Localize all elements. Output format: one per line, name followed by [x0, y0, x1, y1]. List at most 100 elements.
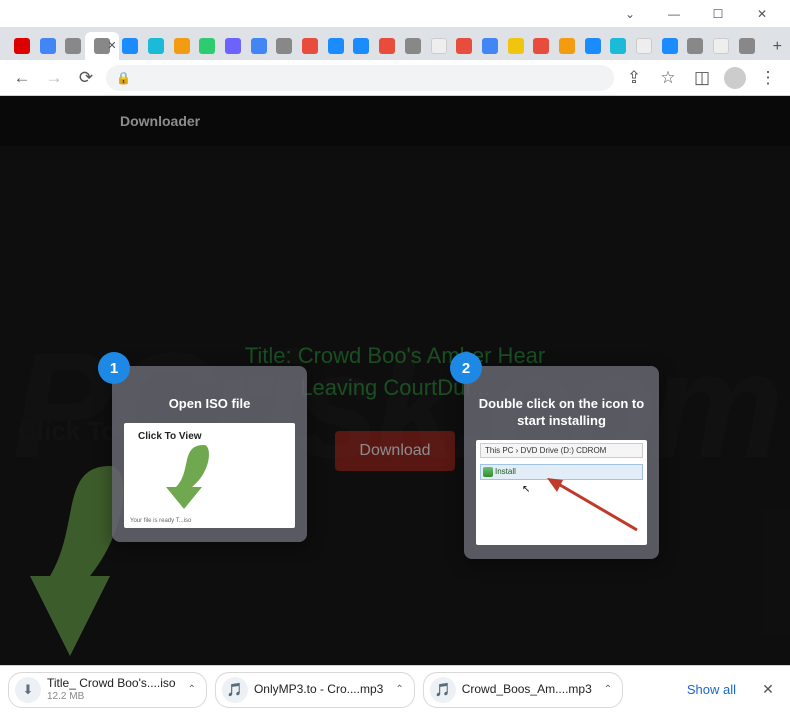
favicon [405, 38, 421, 54]
browser-tab[interactable] [476, 32, 504, 60]
install-label: Install [495, 467, 516, 476]
lock-icon: 🔒 [116, 71, 131, 85]
favicon [276, 38, 292, 54]
favicon [199, 38, 215, 54]
downloads-shelf: ⬇Title_ Crowd Boo's....iso12.2 MB⌃🎵OnlyM… [0, 665, 790, 713]
favicon [559, 38, 575, 54]
favicon [148, 38, 164, 54]
browser-tab[interactable]: ✕ [85, 32, 119, 60]
browser-tab[interactable] [59, 32, 87, 60]
step1-thumbnail: Click To View Your file is ready T...iso [124, 423, 295, 528]
browser-tab[interactable] [604, 32, 632, 60]
chevron-up-icon[interactable]: ⌃ [188, 684, 196, 695]
browser-tab[interactable] [8, 32, 36, 60]
toolbar: ← → ⟳ 🔒 ⇪ ☆ ◫ ⋮ [0, 60, 790, 96]
tab-strip: ✕+ [0, 28, 790, 60]
browser-tab[interactable] [219, 32, 247, 60]
tab-close-icon[interactable]: ✕ [107, 39, 116, 52]
thumb2-breadcrumb: This PC › DVD Drive (D:) CDROM [480, 443, 643, 458]
thumb1-footer: Your file is ready T...iso [130, 518, 191, 524]
step1-popover: 1 Open ISO file Click To View Your file … [112, 366, 307, 542]
favicon [14, 38, 30, 54]
favicon [687, 38, 703, 54]
menu-icon[interactable]: ⋮ [756, 66, 780, 90]
favicon [431, 38, 447, 54]
profile-avatar[interactable] [724, 67, 746, 89]
browser-tab[interactable] [271, 32, 299, 60]
window-titlebar: ⌄ — ☐ ✕ [0, 0, 790, 28]
address-bar[interactable]: 🔒 [106, 65, 614, 91]
favicon [379, 38, 395, 54]
favicon [508, 38, 524, 54]
browser-tab[interactable] [425, 32, 453, 60]
browser-tab[interactable] [194, 32, 222, 60]
download-filename: Crowd_Boos_Am....mp3 [462, 683, 592, 696]
download-item[interactable]: 🎵OnlyMP3.to - Cro....mp3⌃ [215, 672, 415, 708]
bookmark-star-icon[interactable]: ☆ [656, 66, 680, 90]
nav-forward: → [42, 66, 66, 90]
nav-reload[interactable]: ⟳ [74, 66, 98, 90]
cursor-icon: ↖ [522, 484, 530, 495]
favicon [251, 38, 267, 54]
favicon [456, 38, 472, 54]
nav-back[interactable]: ← [10, 66, 34, 90]
arrow-down-icon [156, 441, 216, 511]
installer-icon [483, 467, 493, 477]
new-tab-button[interactable]: + [764, 34, 790, 60]
favicon [533, 38, 549, 54]
step2-text: Double click on the icon to start instal… [476, 396, 647, 430]
browser-tab[interactable] [656, 32, 684, 60]
browser-tab[interactable] [117, 32, 145, 60]
step2-thumbnail: This PC › DVD Drive (D:) CDROM Install ↖ [476, 440, 647, 545]
browser-tab[interactable] [142, 32, 170, 60]
browser-tab[interactable] [348, 32, 376, 60]
step2-badge: 2 [450, 352, 482, 384]
browser-tab[interactable] [296, 32, 324, 60]
favicon [739, 38, 755, 54]
step2-popover: 2 Double click on the icon to start inst… [464, 366, 659, 559]
browser-tab[interactable] [245, 32, 273, 60]
download-item[interactable]: ⬇Title_ Crowd Boo's....iso12.2 MB⌃ [8, 672, 207, 708]
favicon [662, 38, 678, 54]
chevron-up-icon[interactable]: ⌃ [395, 684, 403, 695]
browser-tab[interactable] [579, 32, 607, 60]
red-arrow-icon [545, 474, 641, 534]
window-minimize[interactable]: — [654, 0, 694, 28]
browser-tab[interactable] [450, 32, 478, 60]
window-close[interactable]: ✕ [742, 0, 782, 28]
favicon [225, 38, 241, 54]
browser-tab[interactable] [630, 32, 658, 60]
share-icon[interactable]: ⇪ [622, 66, 646, 90]
browser-tab[interactable] [168, 32, 196, 60]
step1-text: Open ISO file [124, 396, 295, 413]
favicon [174, 38, 190, 54]
step1-badge: 1 [98, 352, 130, 384]
favicon [302, 38, 318, 54]
browser-tab[interactable] [681, 32, 709, 60]
close-shelf-icon[interactable]: ✕ [754, 676, 782, 704]
browser-tab[interactable] [34, 32, 62, 60]
browser-tab[interactable] [527, 32, 555, 60]
download-filename: Title_ Crowd Boo's....iso [47, 677, 176, 690]
favicon [610, 38, 626, 54]
download-item[interactable]: 🎵Crowd_Boos_Am....mp3⌃ [423, 672, 623, 708]
file-audio-icon: 🎵 [222, 677, 248, 703]
browser-tab[interactable] [707, 32, 735, 60]
browser-tab[interactable] [399, 32, 427, 60]
browser-tab[interactable] [322, 32, 350, 60]
file-iso-icon: ⬇ [15, 677, 41, 703]
favicon [636, 38, 652, 54]
favicon [713, 38, 729, 54]
browser-tab[interactable] [373, 32, 401, 60]
chevron-up-icon[interactable]: ⌃ [604, 684, 612, 695]
extensions-icon[interactable]: ◫ [690, 66, 714, 90]
favicon [122, 38, 138, 54]
browser-tab[interactable] [733, 32, 761, 60]
browser-tab[interactable] [502, 32, 530, 60]
page-viewport: Downloader PCrisk.com Title: Crowd Boo's… [0, 96, 790, 665]
show-all-downloads[interactable]: Show all [677, 676, 746, 703]
window-dropdown[interactable]: ⌄ [610, 0, 650, 28]
browser-tab[interactable] [553, 32, 581, 60]
favicon [482, 38, 498, 54]
window-maximize[interactable]: ☐ [698, 0, 738, 28]
